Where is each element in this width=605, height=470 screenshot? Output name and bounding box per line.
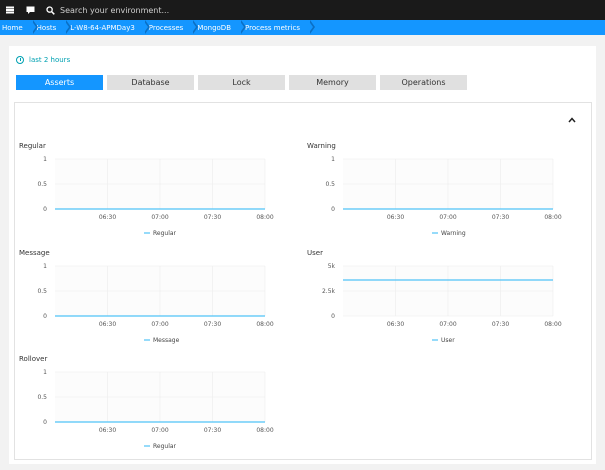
x-tick-label: 08:00 bbox=[256, 214, 273, 221]
x-tick-label: 07:30 bbox=[492, 214, 509, 221]
legend-label[interactable]: User bbox=[441, 337, 455, 344]
x-tick-label: 08:00 bbox=[256, 321, 273, 328]
chart-message: 06:30 07:00 07:30 08:00 1 0.5 0 Message bbox=[37, 263, 273, 344]
x-tick-label: 08:00 bbox=[544, 214, 561, 221]
x-tick-label: 07:00 bbox=[439, 321, 456, 328]
x-tick-label: 06:30 bbox=[99, 214, 116, 221]
x-tick-label: 07:00 bbox=[151, 321, 168, 328]
charts-container: Regular 06:30 07:00 07:30 08:00 1 0.5 0 Regular… bbox=[14, 102, 592, 460]
legend-label[interactable]: Message bbox=[153, 337, 180, 344]
chart-title-rollover: Rollover bbox=[19, 355, 48, 363]
search-icon[interactable] bbox=[40, 0, 60, 20]
x-tick-label: 07:30 bbox=[204, 321, 221, 328]
x-tick-label: 07:30 bbox=[204, 214, 221, 221]
y-tick-label: 0 bbox=[43, 419, 47, 426]
timeframe-label: last 2 hours bbox=[29, 56, 71, 64]
chat-icon[interactable] bbox=[20, 0, 40, 20]
x-tick-label: 07:00 bbox=[439, 214, 456, 221]
breadcrumb-processes[interactable]: Processes bbox=[145, 20, 198, 35]
chart-user: 06:30 07:00 07:30 08:00 5k 2.5k 0 User bbox=[322, 263, 562, 344]
breadcrumb-process-metrics[interactable]: Process metrics bbox=[241, 20, 315, 35]
y-tick-label: 0 bbox=[43, 206, 47, 213]
x-tick-label: 06:30 bbox=[387, 321, 404, 328]
clock-icon bbox=[16, 56, 24, 64]
search-input[interactable]: Search your environment... bbox=[60, 6, 169, 15]
chart-warning: 06:30 07:00 07:30 08:00 1 0.5 0 Warning bbox=[325, 156, 561, 237]
chevron-up-icon[interactable] bbox=[567, 115, 577, 125]
top-bar: Search your environment... bbox=[0, 0, 605, 20]
chart-title-user: User bbox=[307, 249, 323, 257]
y-tick-label: 1 bbox=[43, 369, 47, 376]
metric-tabs: Asserts Database Lock Memory Operations bbox=[16, 75, 471, 90]
y-tick-label: 2.5k bbox=[322, 288, 336, 295]
y-tick-label: 0 bbox=[43, 313, 47, 320]
y-tick-label: 0.5 bbox=[37, 394, 47, 401]
y-tick-label: 0 bbox=[331, 313, 335, 320]
x-tick-label: 07:00 bbox=[151, 214, 168, 221]
x-tick-label: 07:30 bbox=[492, 321, 509, 328]
x-tick-label: 06:30 bbox=[99, 321, 116, 328]
breadcrumb-host[interactable]: L-W8-64-APMDay3 bbox=[66, 20, 150, 35]
y-tick-label: 0 bbox=[331, 206, 335, 213]
y-tick-label: 5k bbox=[328, 263, 336, 270]
y-tick-label: 0.5 bbox=[325, 181, 335, 188]
x-tick-label: 08:00 bbox=[256, 427, 273, 434]
x-tick-label: 07:30 bbox=[204, 427, 221, 434]
y-tick-label: 1 bbox=[331, 156, 335, 163]
x-tick-label: 06:30 bbox=[99, 427, 116, 434]
y-tick-label: 0.5 bbox=[37, 181, 47, 188]
chart-title-message: Message bbox=[19, 249, 50, 257]
timeframe-selector[interactable]: last 2 hours bbox=[16, 56, 70, 64]
tab-memory[interactable]: Memory bbox=[289, 75, 376, 90]
chart-title-regular: Regular bbox=[19, 142, 46, 150]
breadcrumb-home[interactable]: Home bbox=[0, 20, 38, 35]
tab-database[interactable]: Database bbox=[107, 75, 194, 90]
breadcrumb-mongodb[interactable]: MongoDB bbox=[193, 20, 246, 35]
hamburger-menu-icon[interactable] bbox=[0, 0, 20, 20]
tab-operations[interactable]: Operations bbox=[380, 75, 467, 90]
chart-rollover: 06:30 07:00 07:30 08:00 1 0.5 0 Regular bbox=[37, 369, 273, 450]
legend-label[interactable]: Regular bbox=[153, 230, 177, 237]
chart-title-warning: Warning bbox=[307, 142, 336, 150]
breadcrumb: Home Hosts L-W8-64-APMDay3 Processes Mon… bbox=[0, 20, 605, 35]
y-tick-label: 0.5 bbox=[37, 288, 47, 295]
legend-label[interactable]: Regular bbox=[153, 443, 177, 450]
tab-lock[interactable]: Lock bbox=[198, 75, 285, 90]
x-tick-label: 07:00 bbox=[151, 427, 168, 434]
legend-label[interactable]: Warning bbox=[441, 230, 466, 237]
y-tick-label: 1 bbox=[43, 156, 47, 163]
x-tick-label: 06:30 bbox=[387, 214, 404, 221]
content-panel: last 2 hours Asserts Database Lock Memor… bbox=[9, 46, 596, 464]
breadcrumb-hosts[interactable]: Hosts bbox=[33, 20, 71, 35]
y-tick-label: 1 bbox=[43, 263, 47, 270]
x-tick-label: 08:00 bbox=[544, 321, 561, 328]
chart-regular: 06:30 07:00 07:30 08:00 1 0.5 0 Regular bbox=[37, 156, 273, 237]
tab-asserts[interactable]: Asserts bbox=[16, 75, 103, 90]
